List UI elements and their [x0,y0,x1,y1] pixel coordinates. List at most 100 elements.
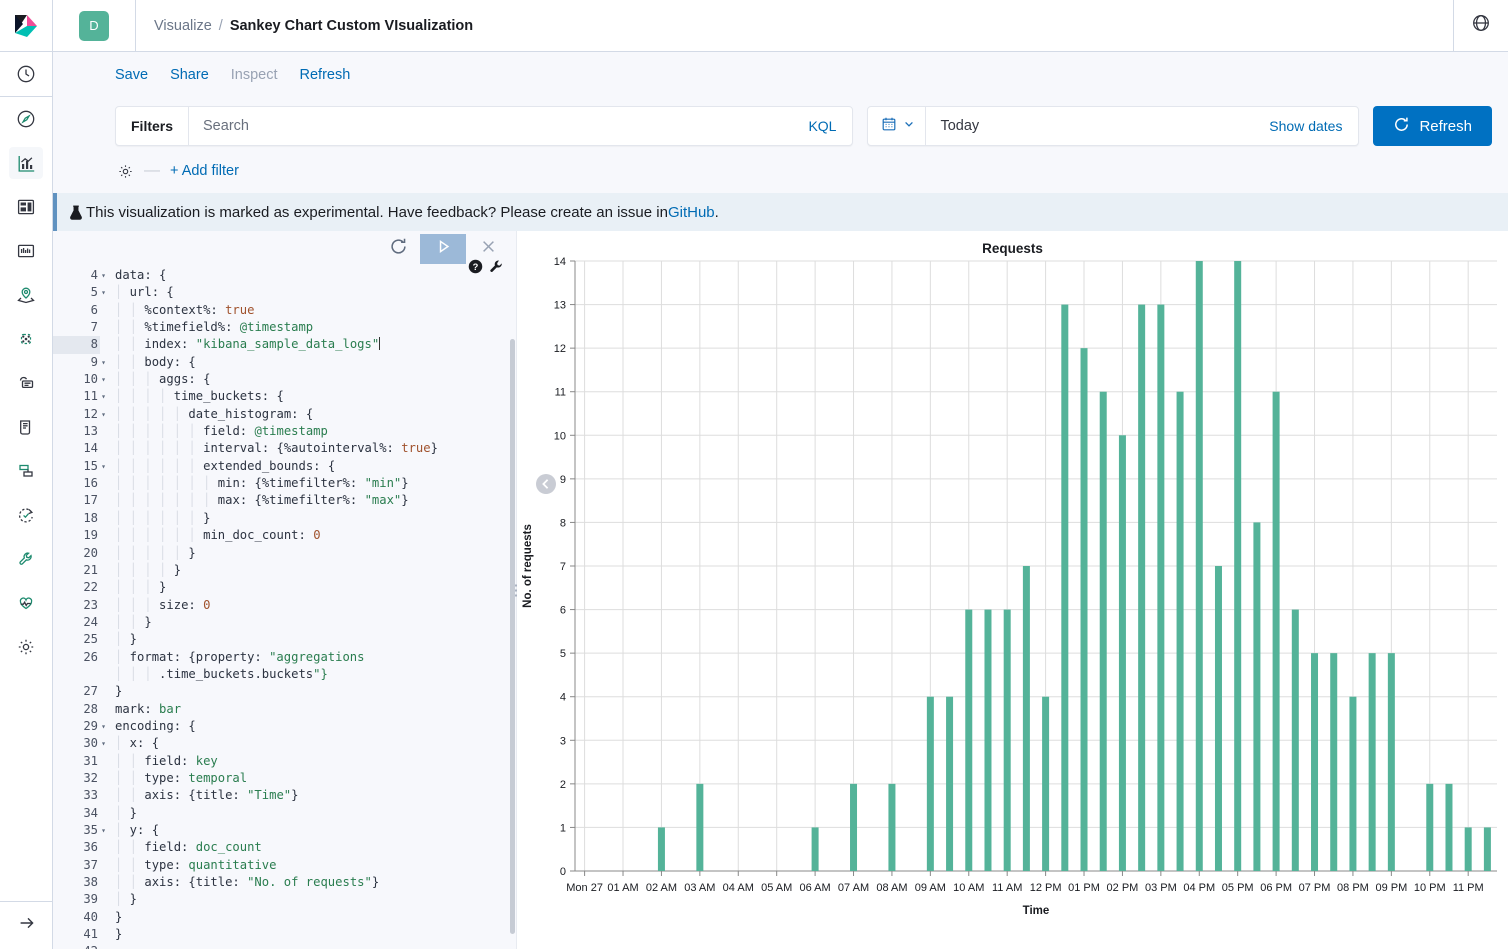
editor-refresh-button[interactable] [376,234,420,264]
refresh-query-button[interactable]: Refresh [1373,106,1492,146]
chart-bar[interactable] [1291,609,1299,871]
chart-bar[interactable] [1426,783,1434,871]
editor-line-number: 24 [83,614,98,629]
chart-bar[interactable] [1483,827,1491,871]
sidebar-item-canvas[interactable] [0,229,53,273]
chart-bar[interactable] [1099,391,1107,871]
refresh-action-button[interactable]: Refresh [300,67,351,83]
save-button[interactable]: Save [115,67,148,83]
help-button[interactable] [1454,0,1508,52]
chart-bar[interactable] [1061,304,1069,871]
clock-icon [9,58,43,90]
breadcrumb-visualize[interactable]: Visualize [154,18,212,34]
editor-line-number: 23 [83,597,98,612]
chart-bar[interactable] [1003,609,1011,871]
editor-code-line [115,943,516,949]
editor-code-content[interactable]: data: {│ url: {│ │ %context%: true │ │ %t… [105,267,516,949]
editor-code-line: │ │ │ │ │ │ field: @timestamp [115,424,328,439]
y-tick-label: 7 [560,561,566,573]
sidebar-item-maps[interactable] [0,273,53,317]
chart-bar[interactable] [1176,391,1184,871]
date-range-value[interactable]: Today [926,118,1269,134]
sidebar-item-discover[interactable] [0,97,53,141]
collapse-editor-button[interactable] [535,473,557,495]
sidebar-item-metrics[interactable] [0,449,53,493]
editor-line-number [53,666,100,683]
chart-bar[interactable] [1272,391,1280,871]
inspect-button[interactable]: Inspect [231,67,278,83]
chart-bar[interactable] [1118,435,1126,871]
space-avatar[interactable]: D [79,10,109,41]
chart-bar[interactable] [965,609,973,871]
chart-bar[interactable] [1464,827,1472,871]
chart-bar[interactable] [1080,348,1088,872]
y-tick-label: 5 [560,648,566,660]
chart-bar[interactable] [1042,696,1050,871]
chart-bar[interactable] [984,609,992,871]
help-icon[interactable]: ? [468,259,483,279]
chart-bar[interactable] [657,827,665,871]
editor-scrollbar[interactable] [510,339,515,934]
filter-options-gear-icon[interactable] [117,163,134,180]
chart-bar[interactable] [1445,783,1453,871]
chart-bar[interactable] [696,783,704,871]
sidebar-collapse-button[interactable] [0,901,53,949]
chart-bar[interactable] [946,696,954,871]
chart-bar[interactable] [1214,566,1222,871]
sidebar-item-apm[interactable] [0,493,53,537]
share-button[interactable]: Share [170,67,209,83]
chart-bar[interactable] [1138,304,1146,871]
editor-run-button[interactable] [420,234,466,264]
chart-bar[interactable] [1195,261,1203,871]
chart-bar[interactable] [811,827,819,871]
bar-chart-svg[interactable]: 01234567891011121314Mon 27 01 AM 02 AM 03 A… [517,231,1507,936]
sidebar-item-logs[interactable] [0,405,53,449]
github-link[interactable]: GitHub [668,204,715,221]
editor-line-number: 17 [83,493,98,508]
elastic-logo[interactable] [0,0,53,52]
chart-bar[interactable] [1349,696,1357,871]
chevron-down-icon [903,117,915,135]
sidebar-item-machine-learning[interactable] [0,361,53,405]
chart-bar[interactable] [1234,261,1242,871]
editor-code-line: │ } [115,632,138,647]
kql-language-button[interactable]: KQL [792,118,852,134]
x-tick-label: 12 PM [1030,882,1062,894]
sidebar-item-management[interactable] [0,625,53,669]
add-filter-button[interactable]: + Add filter [170,163,239,179]
chart-bar[interactable] [850,783,858,871]
chart-bar[interactable] [1368,653,1376,871]
editor-code-line: │ │ axis: {title: "No. of requests"} [115,875,380,890]
editor-code-line: │ │ │ .time_buckets.buckets"} [115,666,328,681]
filters-tab[interactable]: Filters [116,107,190,145]
chart-bar[interactable] [926,696,934,871]
editor-code-line: │ │ │ } [115,580,167,595]
sidebar-item-graph[interactable] [0,317,53,361]
x-tick-label: 04 AM [723,882,754,894]
chart-bar[interactable] [1157,304,1165,871]
show-dates-button[interactable]: Show dates [1269,118,1358,134]
chart-bar[interactable] [1253,522,1261,871]
sidebar-item-dashboard[interactable] [0,185,53,229]
sidebar-item-visualize[interactable] [0,141,53,185]
editor-line-number: 34 [83,805,98,820]
code-editor[interactable]: 4 ▾ 5 ▾ 6 7 8 9 ▾ 10 ▾ 11 ▾ 12 ▾ 13 14 15 ▾ 16 17 18 19 20 21 22 2… [53,267,516,949]
callout-text-end: . [714,203,719,221]
search-input[interactable] [189,107,793,145]
x-tick-label: 10 PM [1414,882,1446,894]
wrench-icon[interactable] [489,259,504,279]
x-tick-label: 09 AM [915,882,946,894]
filter-row: — + Add filter [53,155,1508,193]
chart-bar[interactable] [1387,653,1395,871]
editor-resize-handle[interactable]: ⋮ [508,575,524,605]
sidebar-item-dev-tools[interactable] [0,537,53,581]
app-actions-bar: Save Share Inspect Refresh [53,52,1508,97]
chart-bar[interactable] [1311,653,1319,871]
chart-bar[interactable] [888,783,896,871]
calendar-quick-select-button[interactable] [868,107,927,145]
heartbeat-icon [9,587,43,619]
sidebar-item-recently-viewed[interactable] [0,52,53,97]
sidebar-item-monitoring[interactable] [0,581,53,625]
chart-bar[interactable] [1022,566,1030,871]
chart-bar[interactable] [1330,653,1338,871]
